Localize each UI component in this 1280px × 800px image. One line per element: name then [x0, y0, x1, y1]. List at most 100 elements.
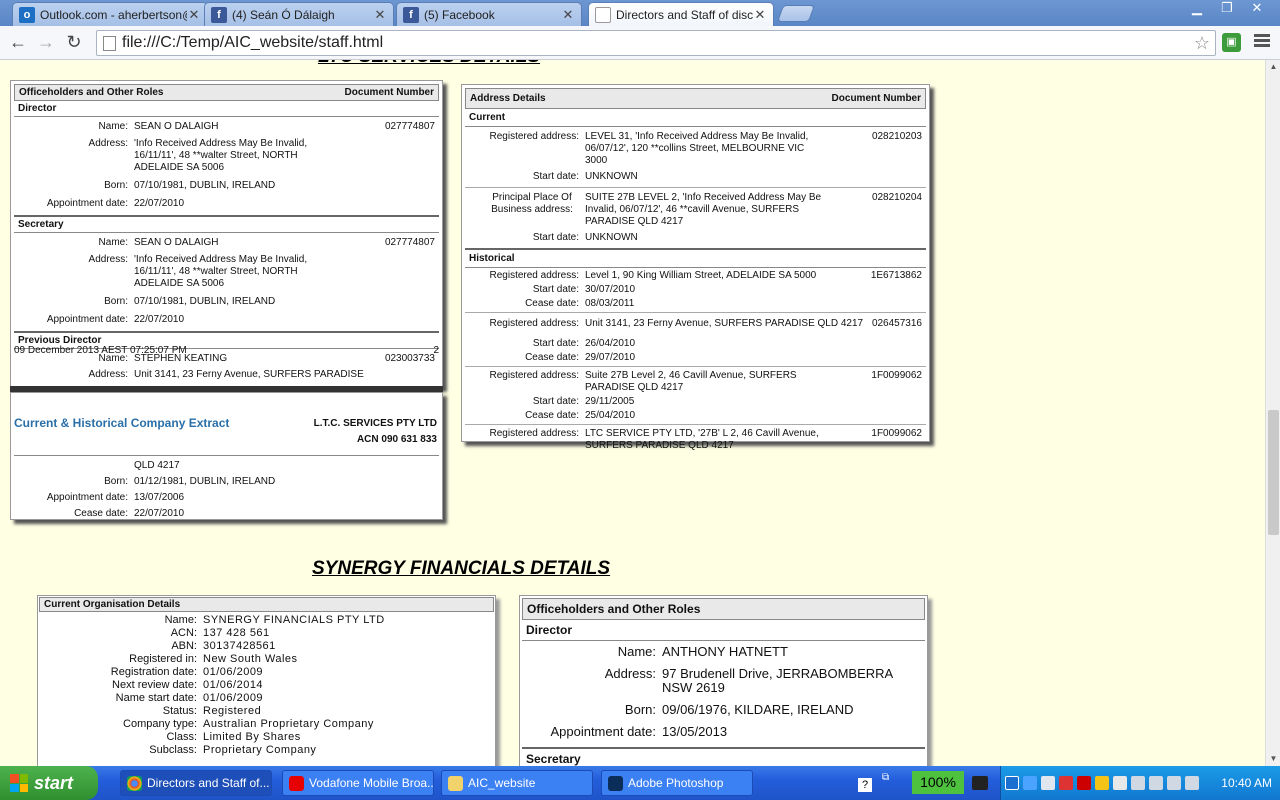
tab-directors-staff[interactable]: Directors and Staff of discre ✕ — [588, 2, 774, 26]
director-title: Director — [14, 101, 439, 117]
footer-page: 2 — [433, 345, 439, 356]
extension-icon[interactable]: ▣ — [1222, 33, 1241, 52]
detail-label: Address: — [604, 666, 656, 681]
tab-title: Outlook.com - aherbertson@ — [40, 7, 187, 22]
historical-address-1: Registered address: Level 1, 90 King Wil… — [465, 268, 926, 313]
new-tab-button[interactable] — [776, 5, 816, 22]
tab-facebook-profile[interactable]: f (4) Seán Ó Dálaigh ✕ — [204, 2, 394, 26]
restore-icon[interactable]: ❐ — [1212, 0, 1242, 18]
tray-network-icon[interactable] — [1023, 776, 1037, 790]
tray-shield-icon[interactable] — [1095, 776, 1109, 790]
detail-label: Company type: — [123, 717, 197, 730]
window-controls: ▁ ❐ ✕ — [1182, 0, 1272, 18]
detail-value: 01/06/2009 — [203, 691, 264, 704]
detail-row: Name: ANTHONY HATNETT — [522, 641, 925, 663]
close-icon[interactable]: ✕ — [561, 7, 575, 23]
folder-icon — [448, 775, 463, 791]
panel-header: Officeholders and Other Roles Document N… — [14, 84, 439, 101]
detail-value: ANTHONY HATNETT — [662, 644, 788, 659]
page-scrollbar[interactable]: ▲ ▼ — [1265, 60, 1280, 766]
tray-pdf-icon[interactable] — [1077, 776, 1091, 790]
header-label: Officeholders and Other Roles — [19, 87, 164, 98]
tab-outlook[interactable]: o Outlook.com - aherbertson@ ✕ — [12, 2, 208, 26]
address-bar[interactable]: file:///C:/Temp/AIC_website/staff.html ☆ — [96, 30, 1216, 56]
taskbar-item-chrome[interactable]: Directors and Staff of... — [120, 770, 272, 796]
scroll-up-icon[interactable]: ▲ — [1266, 60, 1280, 74]
detail-label: ABN: — [171, 639, 197, 652]
tray-printer-icon[interactable] — [1167, 776, 1181, 790]
taskbar: start Directors and Staff of... Vodafone… — [0, 766, 1280, 800]
tray-arrow-icon[interactable] — [1005, 776, 1019, 790]
detail-row: Status: Registered — [39, 704, 494, 717]
detail-value: Proprietary Company — [203, 743, 317, 756]
tray-device-icon[interactable] — [972, 776, 988, 790]
windows-flag-icon — [10, 774, 28, 792]
detail-value: 01/06/2014 — [203, 678, 264, 691]
detail-label: Name: — [164, 613, 197, 626]
header-doc-label: Document Number — [344, 87, 434, 98]
back-icon[interactable]: ← — [4, 29, 32, 57]
facebook-icon: f — [403, 6, 419, 23]
detail-row: Class: Limited By Shares — [39, 730, 494, 743]
detail-label: Registered in: — [129, 652, 197, 665]
forward-icon[interactable]: → — [32, 29, 60, 57]
synergy-officeholders-panel: Officeholders and Other Roles Director N… — [519, 595, 928, 766]
chrome-icon — [127, 775, 142, 791]
start-button[interactable]: start — [0, 766, 98, 800]
ltc-address-panel: Address Details Document Number Current … — [461, 84, 930, 451]
extract-continuation-panel: Current & Historical Company Extract L.T… — [10, 392, 443, 520]
historical-address-3: Registered address: Suite 27B Level 2, 4… — [465, 367, 926, 425]
star-icon[interactable]: ☆ — [1189, 33, 1215, 54]
close-icon[interactable]: ✕ — [753, 7, 767, 23]
close-icon[interactable]: ✕ — [187, 7, 201, 23]
url-text: file:///C:/Temp/AIC_website/staff.html — [122, 34, 384, 51]
detail-row: Appointment date: 13/05/2013 — [522, 721, 925, 743]
page-viewport: LTC SERVICES DETAILS Officeholders and O… — [0, 60, 1265, 766]
tray-power-icon[interactable] — [1185, 776, 1199, 790]
zoom-indicator[interactable]: 100% — [912, 771, 964, 794]
detail-row: Registered in: New South Wales — [39, 652, 494, 665]
prev-address-row: Address: Unit 3141, 23 Ferny Avenue, SUR… — [88, 369, 364, 380]
detail-row: Company type: Australian Proprietary Comp… — [39, 717, 494, 730]
org-rows: Name: SYNERGY FINANCIALS PTY LTD ACN: 137 4… — [39, 612, 494, 756]
prev-born-row: Born: 01/12/1981, DUBLIN, IRELAND — [104, 476, 276, 487]
tab-facebook[interactable]: f (5) Facebook ✕ — [396, 2, 582, 26]
detail-row: Subclass: Proprietary Company — [39, 743, 494, 756]
detail-value: 30137428561 — [203, 639, 276, 652]
vodafone-icon — [289, 775, 304, 791]
menu-icon[interactable] — [1254, 34, 1270, 50]
taskbar-item-photoshop[interactable]: Adobe Photoshop — [601, 770, 753, 796]
tray-monitor-icon[interactable] — [1149, 776, 1163, 790]
secretary-title: Secretary — [522, 747, 925, 766]
taskbar-item-vodafone[interactable]: Vodafone Mobile Broa... — [282, 770, 434, 796]
tab-title: (5) Facebook — [424, 7, 495, 22]
close-window-icon[interactable]: ✕ — [1242, 0, 1272, 18]
prev-address-cont-row: QLD 4217 — [134, 460, 180, 471]
detail-value: New South Wales — [203, 652, 298, 665]
tray-signal-icon[interactable] — [1131, 776, 1145, 790]
current-title: Current — [465, 109, 926, 127]
close-icon[interactable]: ✕ — [373, 7, 387, 23]
facebook-icon: f — [211, 6, 227, 23]
reload-icon[interactable]: ↻ — [60, 29, 88, 57]
scroll-down-icon[interactable]: ▼ — [1266, 752, 1280, 766]
minimize-icon[interactable]: ▁ — [1182, 0, 1212, 18]
detail-row: Born: 09/06/1976, KILDARE, IRELAND — [522, 699, 925, 721]
tray-adobe-icon[interactable] — [1059, 776, 1073, 790]
help-icon[interactable]: ? — [858, 778, 872, 792]
synergy-heading: SYNERGY FINANCIALS DETAILS — [312, 558, 611, 579]
detail-value: 09/06/1976, KILDARE, IRELAND — [662, 702, 854, 717]
detail-label: Subclass: — [149, 743, 197, 756]
restore-small-icon[interactable]: ⧉ — [882, 772, 889, 783]
tray-volume-icon[interactable] — [1113, 776, 1127, 790]
company-id-block: L.T.C. SERVICES PTY LTD ACN 090 631 833 — [314, 416, 437, 448]
secretary-born-row: Born: 07/10/1981, DUBLIN, IRELAND — [104, 296, 276, 307]
taskbar-item-folder[interactable]: AIC_website — [441, 770, 593, 796]
detail-row: Name start date: 01/06/2009 — [39, 691, 494, 704]
photoshop-icon — [608, 775, 623, 791]
scroll-thumb[interactable] — [1268, 410, 1279, 535]
synergy-director-rows: Name: ANTHONY HATNETT Address: 97 Brudenell… — [522, 641, 925, 743]
tray-search-icon[interactable] — [1041, 776, 1055, 790]
page-footer: 09 December 2013 AEST 07:25:07 PM 2 — [14, 345, 439, 356]
historical-title: Historical — [465, 250, 926, 268]
